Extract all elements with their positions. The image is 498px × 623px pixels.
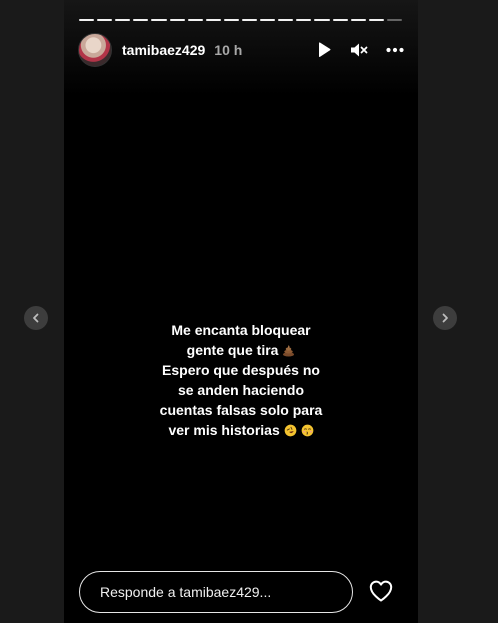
progress-segment bbox=[133, 19, 149, 21]
story-text-line: se anden haciendo bbox=[177, 382, 305, 398]
play-icon[interactable] bbox=[316, 41, 332, 59]
progress-segment bbox=[350, 19, 366, 21]
progress-segment bbox=[296, 19, 312, 21]
more-options-icon[interactable] bbox=[386, 47, 404, 53]
progress-segment bbox=[386, 19, 402, 21]
story-text-line: cuentas falsas solo para bbox=[159, 402, 323, 418]
avatar[interactable] bbox=[78, 33, 112, 67]
progress-segment bbox=[115, 19, 131, 21]
progress-segment bbox=[169, 19, 185, 21]
kissing-emoji bbox=[301, 424, 313, 437]
story-text-line: gente que tira bbox=[64, 340, 418, 360]
story-time: 10 h bbox=[214, 42, 243, 58]
previous-story-button[interactable] bbox=[24, 306, 48, 330]
story-text-line: Me encanta bloquear bbox=[171, 322, 311, 338]
progress-segment bbox=[187, 19, 203, 21]
story-progress-bar bbox=[79, 19, 402, 22]
chevron-left-icon bbox=[33, 313, 39, 323]
progress-segment bbox=[314, 19, 330, 21]
next-story-button[interactable] bbox=[433, 306, 457, 330]
poop-emoji bbox=[283, 345, 295, 357]
progress-segment bbox=[205, 19, 221, 21]
progress-segment bbox=[151, 19, 167, 21]
story-viewer[interactable]: tamibaez429 10 h Me encanta bloquear gen… bbox=[64, 0, 418, 623]
heart-icon[interactable] bbox=[369, 580, 393, 602]
progress-segment bbox=[97, 19, 113, 21]
story-text-line: Espero que después no bbox=[162, 362, 320, 378]
progress-segment bbox=[278, 19, 294, 21]
progress-segment bbox=[332, 19, 348, 21]
progress-segment bbox=[368, 19, 384, 21]
progress-segment bbox=[223, 19, 239, 21]
reply-input[interactable]: Responde a tamibaez429... bbox=[79, 571, 353, 613]
progress-segment bbox=[79, 19, 95, 21]
progress-segment bbox=[241, 19, 258, 21]
progress-segment bbox=[260, 19, 276, 21]
username[interactable]: tamibaez429 bbox=[122, 42, 205, 58]
story-text-line: ver mis historias bbox=[64, 420, 418, 440]
story-text: Me encanta bloquear gente que tira Esper… bbox=[64, 320, 418, 440]
chevron-right-icon bbox=[442, 313, 448, 323]
reply-placeholder: Responde a tamibaez429... bbox=[100, 584, 272, 600]
speaker-muted-icon[interactable] bbox=[350, 42, 368, 58]
story-header: tamibaez429 10 h bbox=[78, 33, 404, 67]
rofl-emoji bbox=[284, 424, 296, 437]
